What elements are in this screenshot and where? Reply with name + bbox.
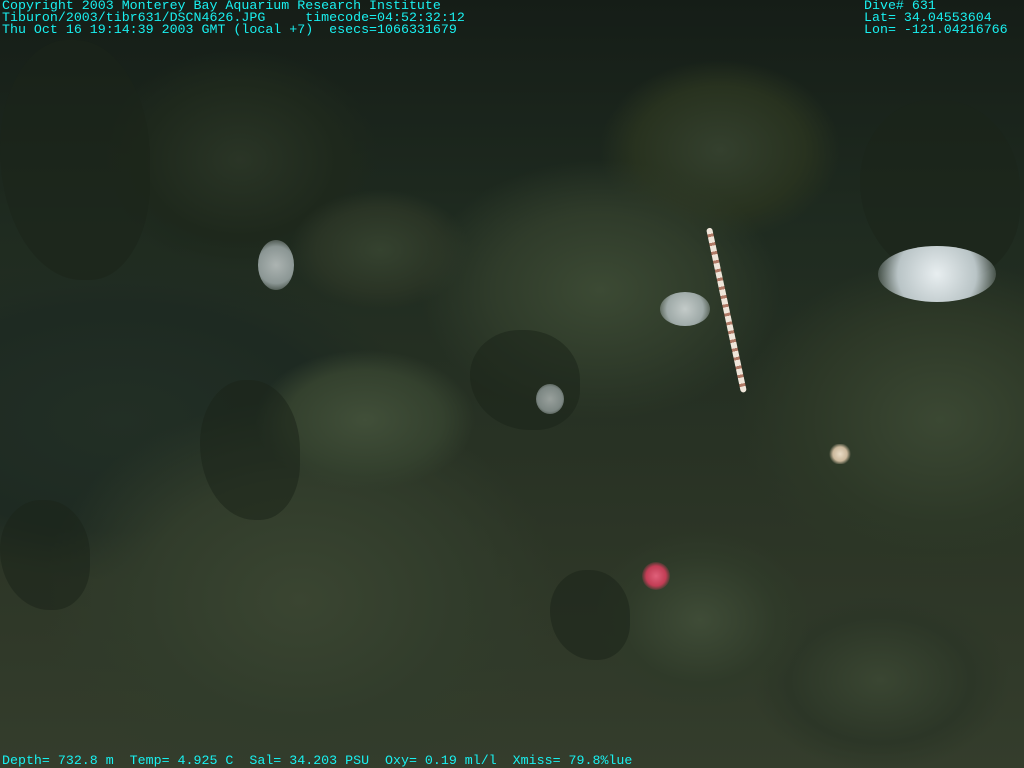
red-anemone <box>642 562 670 590</box>
rock <box>550 570 630 660</box>
rock <box>0 40 150 280</box>
white-sponge <box>258 240 294 290</box>
rock <box>200 380 300 520</box>
longitude: Lon= -121.04216766 <box>864 22 1008 37</box>
sea-whip <box>706 227 747 393</box>
date-esecs-text: Thu Oct 16 19:14:39 2003 GMT (local +7) … <box>2 22 457 37</box>
sea-star <box>828 444 852 464</box>
rock <box>470 330 580 430</box>
white-anemone <box>536 384 564 414</box>
white-sponge <box>878 246 996 302</box>
seafloor-photo <box>0 0 1024 768</box>
white-coral <box>660 292 710 326</box>
rock <box>0 500 90 610</box>
sensor-readout: Depth= 732.8 m Temp= 4.925 C Sal= 34.203… <box>2 753 633 768</box>
